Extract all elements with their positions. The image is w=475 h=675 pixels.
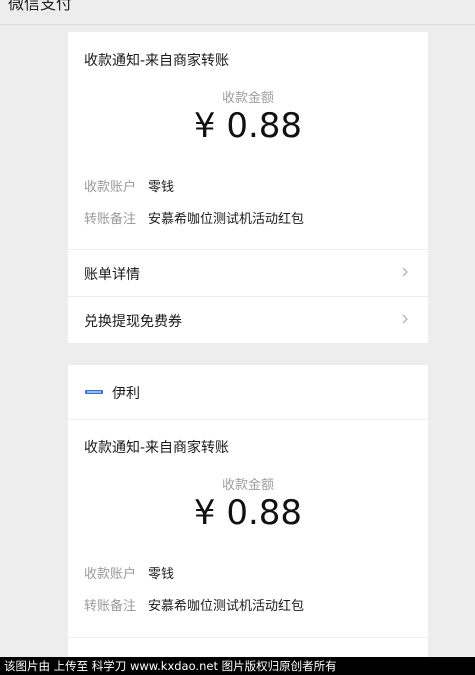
- divider: [68, 637, 428, 638]
- merchant-logo-icon: [85, 390, 103, 394]
- remark-value: 安慕希咖位测试机活动红包: [148, 599, 305, 614]
- remark-value: 安慕希咖位测试机活动红包: [148, 212, 305, 227]
- merchant-header[interactable]: 伊利: [68, 365, 428, 419]
- top-bar: 微信支付: [0, 0, 475, 25]
- chevron-right-icon: [402, 314, 408, 324]
- notice-title: 收款通知-来自商家转账: [84, 440, 230, 456]
- bill-detail-row[interactable]: 账单详情: [68, 250, 428, 296]
- remark-key: 转账备注: [84, 212, 137, 227]
- chevron-right-icon: [402, 267, 408, 277]
- merchant-name: 伊利: [112, 386, 140, 402]
- account-key: 收款账户: [84, 180, 137, 195]
- payment-notice-card: 伊利 收款通知-来自商家转账 收款金额 ¥ 0.88 收款账户 零钱 转账备注 …: [68, 365, 428, 665]
- account-value: 零钱: [148, 180, 175, 195]
- amount-value: ¥ 0.88: [193, 106, 303, 146]
- payment-notice-card: 收款通知-来自商家转账 收款金额 ¥ 0.88 收款账户 零钱 转账备注 安慕希…: [68, 32, 428, 343]
- watermark-text: 该图片由 上传至 科学刀 www.kxdao.net 图片版权归原创者所有: [4, 659, 337, 673]
- account-value: 零钱: [148, 567, 175, 582]
- watermark-bar: 该图片由 上传至 科学刀 www.kxdao.net 图片版权归原创者所有: [0, 657, 475, 675]
- notice-title: 收款通知-来自商家转账: [84, 53, 230, 69]
- coupon-row[interactable]: 兑换提现免费券: [68, 297, 428, 343]
- amount-label: 收款金额: [221, 91, 274, 106]
- divider: [68, 419, 428, 420]
- account-key: 收款账户: [84, 567, 137, 582]
- page-title: 微信支付: [8, 0, 73, 13]
- bill-detail-label: 账单详情: [84, 267, 140, 283]
- amount-value: ¥ 0.88: [193, 493, 303, 533]
- remark-key: 转账备注: [84, 599, 137, 614]
- amount-label: 收款金额: [221, 478, 274, 493]
- wechat-pay-page: 微信支付 收款通知-来自商家转账 收款金额 ¥ 0.88 收款账户 零钱 转账备…: [0, 0, 475, 675]
- coupon-label: 兑换提现免费券: [84, 314, 182, 330]
